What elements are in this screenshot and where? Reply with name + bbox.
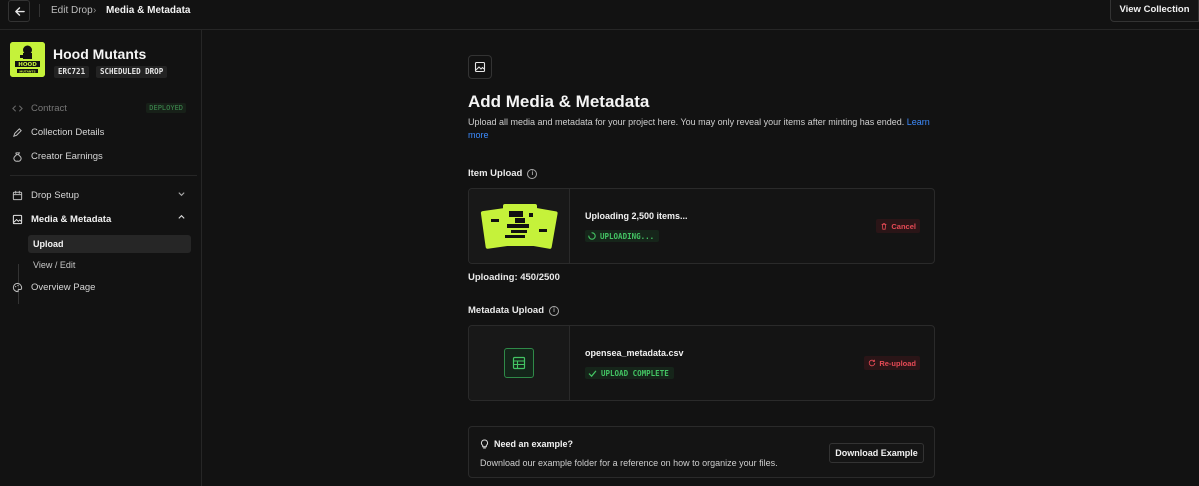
chevron-up-icon [177, 213, 186, 225]
image-icon [474, 61, 486, 73]
breadcrumb-current: Media & Metadata [106, 5, 191, 16]
item-upload-label-text: Item Upload [468, 168, 523, 179]
metadata-file-name: opensea_metadata.csv [585, 348, 684, 358]
lightbulb-icon [480, 439, 489, 449]
sidebar-item-label: Overview Page [31, 281, 96, 293]
example-title: Need an example? [480, 439, 573, 449]
palette-icon [10, 280, 24, 294]
sidebar-subitem-upload[interactable]: Upload [28, 235, 191, 253]
metadata-thumbnail [469, 326, 570, 400]
sidebar-item-collection-details[interactable]: Collection Details [10, 122, 192, 142]
sidebar-item-overview-page[interactable]: Overview Page [10, 277, 192, 297]
tag-scheduled-drop: SCHEDULED DROP [96, 66, 168, 78]
sidebar-item-label: Media & Metadata [31, 213, 112, 225]
check-icon [588, 369, 597, 378]
example-box: Need an example? Download our example fo… [468, 426, 935, 478]
upload-file-name: Uploading 2,500 items... [585, 211, 688, 221]
back-button[interactable] [8, 0, 30, 22]
logo-text-mutants: MUTANTS [19, 69, 35, 73]
chevron-down-icon [177, 189, 186, 201]
topbar-divider [39, 4, 40, 17]
breadcrumb-separator: › [93, 5, 97, 16]
status-text: UPLOAD COMPLETE [601, 368, 669, 378]
sidebar-divider [10, 175, 197, 176]
uploading-status-badge: UPLOADING... [585, 230, 660, 242]
page-title: Add Media & Metadata [468, 92, 650, 111]
info-icon[interactable]: i [527, 168, 538, 179]
calendar-icon [10, 188, 24, 202]
sidebar-item-label: Drop Setup [31, 189, 80, 201]
tag-erc721: ERC721 [54, 66, 90, 78]
sidebar-item-label: Contract [31, 102, 67, 114]
pencil-icon [10, 125, 24, 139]
sidebar-item-drop-setup[interactable]: Drop Setup [10, 185, 192, 205]
item-upload-thumbnail [469, 189, 570, 263]
cancel-label: Cancel [891, 221, 916, 231]
sidebar-item-media-metadata[interactable]: Media & Metadata [10, 209, 192, 229]
sidebar-item-label: Collection Details [31, 126, 105, 138]
sidebar: HOOD MUTANTS Hood Mutants ERC721 SCHEDUL… [0, 30, 202, 486]
spinner-icon [588, 232, 596, 240]
project-name: Hood Mutants [53, 46, 147, 62]
download-example-button[interactable]: Download Example [829, 443, 924, 463]
metadata-upload-card: opensea_metadata.csv UPLOAD COMPLETE Re-… [468, 325, 935, 401]
example-title-text: Need an example? [494, 439, 574, 449]
refresh-icon [868, 359, 876, 367]
upload-progress-text: Uploading: 450/2500 [468, 272, 560, 283]
top-bar: Edit Drop › Media & Metadata View Collec… [0, 0, 1199, 30]
status-text: UPLOADING... [600, 231, 655, 241]
view-collection-button[interactable]: View Collection [1110, 0, 1199, 22]
deployed-badge: DEPLOYED [146, 103, 186, 113]
sidebar-item-creator-earnings[interactable]: Creator Earnings [10, 146, 192, 166]
page-description: Upload all media and metadata for your p… [468, 116, 930, 142]
image-icon [10, 212, 24, 226]
project-logo: HOOD MUTANTS [10, 42, 45, 77]
reupload-label: Re-upload [879, 358, 916, 368]
code-icon [10, 101, 24, 115]
item-upload-label: Item Upload i [468, 168, 538, 179]
arrow-left-icon [14, 6, 25, 16]
example-description: Download our example folder for a refere… [480, 458, 778, 468]
item-upload-card: Uploading 2,500 items... UPLOADING... Ca… [468, 188, 935, 264]
trash-icon [880, 222, 888, 230]
sidebar-item-label: Creator Earnings [31, 150, 103, 162]
table-icon [504, 348, 534, 378]
sidebar-subitem-view-edit[interactable]: View / Edit [28, 256, 191, 274]
logo-text-hood: HOOD [18, 62, 37, 68]
money-bag-icon [10, 149, 24, 163]
metadata-upload-label-text: Metadata Upload [468, 305, 545, 316]
section-icon-box [468, 55, 492, 79]
upload-complete-badge: UPLOAD COMPLETE [585, 367, 674, 379]
cancel-button[interactable]: Cancel [876, 219, 920, 233]
info-icon[interactable]: i [549, 305, 560, 316]
metadata-upload-label: Metadata Upload i [468, 305, 560, 316]
reupload-button[interactable]: Re-upload [864, 356, 920, 370]
sidebar-item-contract[interactable]: Contract DEPLOYED [10, 98, 192, 118]
description-text: Upload all media and metadata for your p… [468, 117, 905, 127]
breadcrumb-edit-drop[interactable]: Edit Drop [51, 5, 93, 16]
